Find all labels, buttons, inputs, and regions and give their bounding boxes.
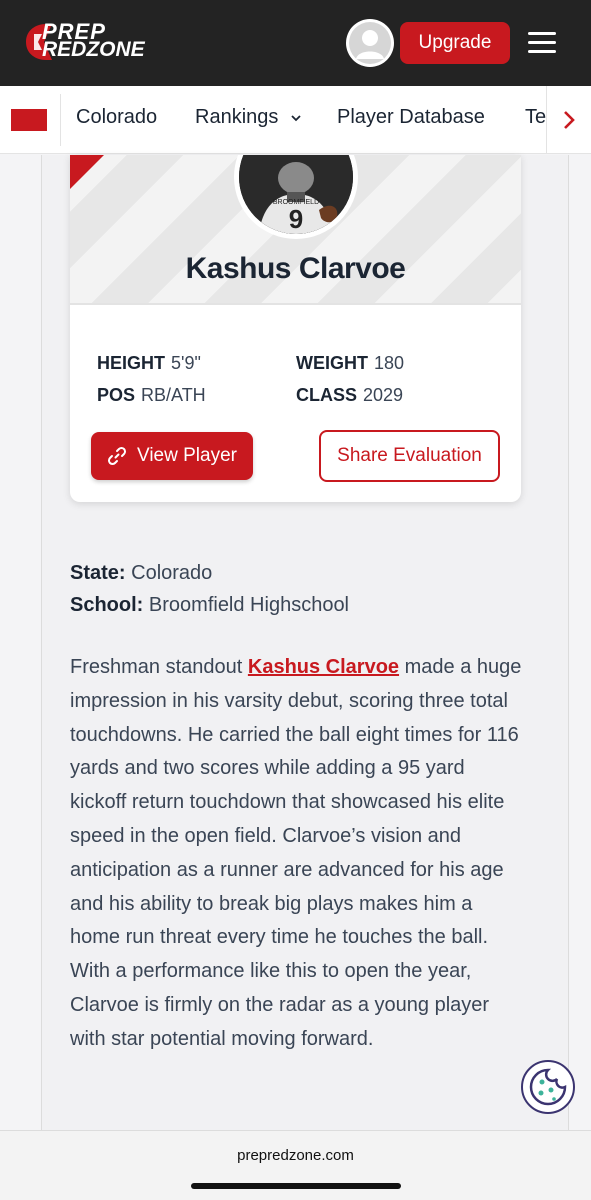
evaluation-text-body: made a huge impression in his varsity de… xyxy=(70,656,522,1050)
school-info: School: Broomfield Highschool xyxy=(70,594,349,617)
nav-item-rankings-label: Rankings xyxy=(195,106,279,128)
stat-weight-label: WEIGHT xyxy=(296,353,368,373)
stat-height-value: 5'9" xyxy=(171,353,201,373)
state-label: State: xyxy=(70,562,126,584)
user-avatar[interactable] xyxy=(346,19,394,67)
share-evaluation-button[interactable]: Share Evaluation xyxy=(319,430,500,482)
nav-item-colorado[interactable]: Colorado xyxy=(76,106,157,129)
chevron-right-icon xyxy=(564,111,575,129)
card-corner-accent xyxy=(70,155,104,189)
state-info: State: Colorado xyxy=(70,562,212,585)
upgrade-button[interactable]: Upgrade xyxy=(400,22,510,64)
school-value: Broomfield Highschool xyxy=(148,594,350,616)
stat-height: HEIGHT 5'9" xyxy=(97,353,201,374)
player-profile-link[interactable]: Kashus Clarvoe xyxy=(248,656,399,678)
browser-footer: prepredzone.com xyxy=(0,1130,591,1200)
cookie-settings-button[interactable] xyxy=(521,1060,575,1114)
stat-weight-value: 180 xyxy=(374,353,405,373)
cookie-icon xyxy=(529,1068,567,1106)
link-icon xyxy=(107,446,127,466)
home-indicator[interactable] xyxy=(191,1183,401,1189)
view-player-button[interactable]: View Player xyxy=(91,432,253,480)
school-label: School: xyxy=(70,594,144,616)
stat-weight: WEIGHT 180 xyxy=(296,353,404,374)
stat-position: POS RB/ATH xyxy=(97,385,206,406)
state-flag-icon[interactable] xyxy=(11,109,47,131)
stat-height-label: HEIGHT xyxy=(97,353,166,373)
top-bar: PREP REDZONE Upgrade xyxy=(0,0,591,86)
stat-position-value: RB/ATH xyxy=(141,385,206,405)
view-player-label: View Player xyxy=(137,445,237,466)
jersey-number: 9 xyxy=(289,204,303,234)
user-avatar-icon xyxy=(349,22,391,64)
url-display[interactable]: prepredzone.com xyxy=(0,1147,591,1164)
logo-line2: REDZONE xyxy=(42,38,145,61)
evaluation-text: Freshman standout Kashus Clarvoe made a … xyxy=(70,651,525,1057)
player-photo-image: BROOMFIELD 9 xyxy=(239,155,353,234)
stat-position-label: POS xyxy=(97,385,136,405)
nav-item-truncated[interactable]: Te xyxy=(525,106,546,129)
evaluation-text-intro: Freshman standout xyxy=(70,656,248,678)
stat-class-value: 2029 xyxy=(363,385,404,405)
player-card: BROOMFIELD 9 Kashus Clarvoe HEIGHT 5'9" W… xyxy=(70,155,521,502)
nav-item-rankings[interactable]: Rankings xyxy=(195,106,302,129)
nav-item-player-database[interactable]: Player Database xyxy=(337,106,485,129)
state-value: Colorado xyxy=(131,562,213,584)
nav-divider xyxy=(60,94,61,146)
logo-text: PREP REDZONE xyxy=(42,21,145,61)
chevron-down-icon xyxy=(291,115,301,122)
player-name: Kashus Clarvoe xyxy=(185,252,406,285)
nav-bar: Colorado Rankings Player Database Te xyxy=(0,86,591,154)
nav-scroll-right[interactable] xyxy=(546,86,591,153)
stat-class-label: CLASS xyxy=(296,385,358,405)
card-divider xyxy=(70,303,521,305)
menu-icon[interactable] xyxy=(528,32,556,54)
stat-class: CLASS 2029 xyxy=(296,385,403,406)
